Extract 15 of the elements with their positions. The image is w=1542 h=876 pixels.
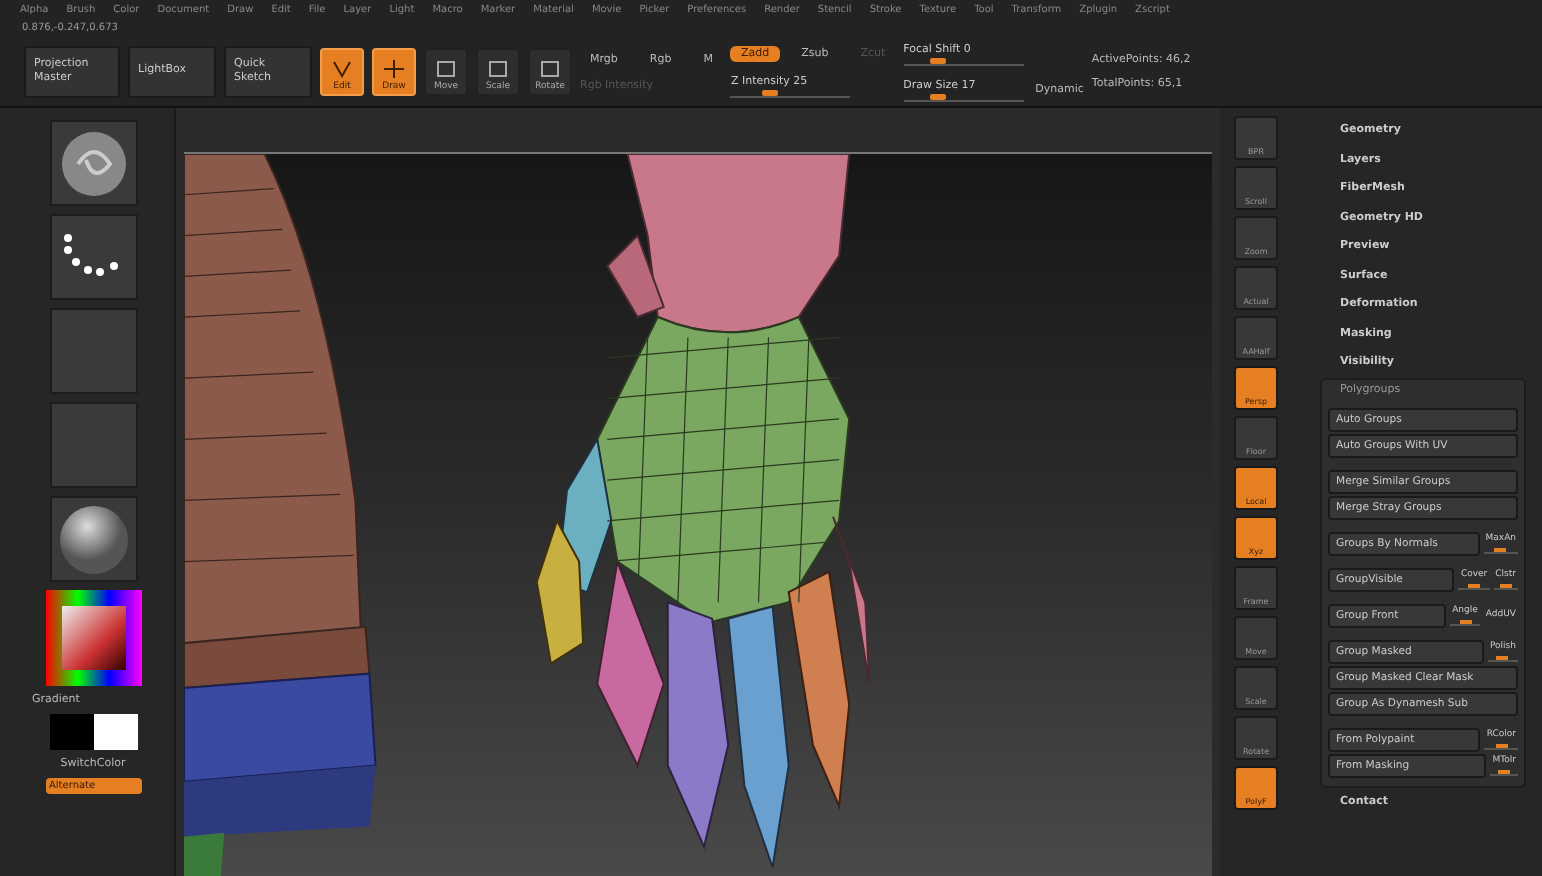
tool-icon (488, 59, 508, 77)
brush-sphere-icon (57, 127, 129, 199)
tool-icon (436, 59, 456, 77)
alpha-tile[interactable] (49, 308, 137, 394)
tool-icon (332, 59, 352, 77)
secondary-color-swatch[interactable] (93, 714, 137, 750)
main-color-swatch[interactable] (49, 714, 93, 750)
color-picker[interactable] (45, 590, 141, 686)
tool-icon (540, 59, 560, 77)
brush-tile[interactable] (49, 120, 137, 206)
tool-icon (384, 59, 404, 77)
texture-tile[interactable] (49, 402, 137, 488)
material-tile[interactable] (49, 496, 137, 582)
stroke-tile[interactable] (49, 214, 137, 300)
sphere-icon (57, 503, 129, 575)
